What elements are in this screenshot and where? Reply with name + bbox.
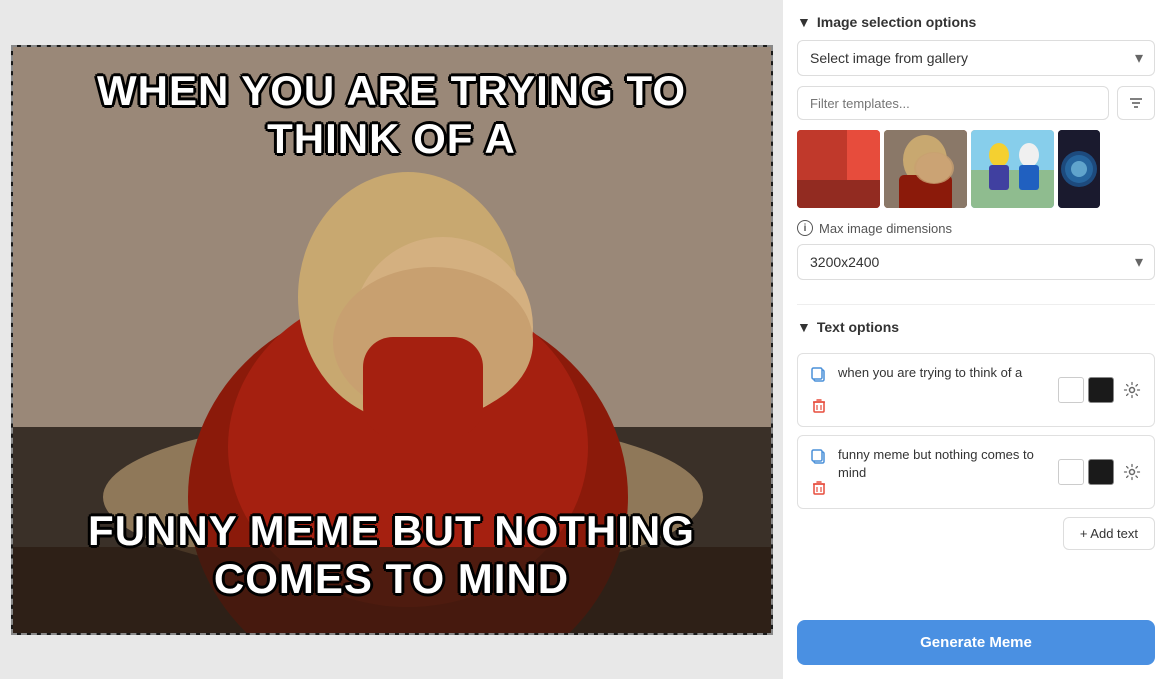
meme-canvas: WHEN YOU ARE TRYING TO THINK OF A FUNNY … [11,45,773,635]
gallery-thumbnails [797,130,1155,208]
text-triangle-icon: ▼ [797,319,811,335]
thumb-1-svg [797,130,880,208]
image-selection-section: ▼ Image selection options Select image f… [797,14,1155,290]
filter-icon [1128,95,1144,111]
filter-button[interactable] [1117,86,1155,120]
section-divider [797,304,1155,305]
filter-row [797,86,1155,120]
dimensions-dropdown[interactable]: 3200x2400 [797,244,1155,280]
meme-preview-panel: WHEN YOU ARE TRYING TO THINK OF A FUNNY … [0,0,783,679]
text-row-1-action-icons [806,362,832,418]
text-2-black-color[interactable] [1088,459,1114,485]
meme-background: WHEN YOU ARE TRYING TO THINK OF A FUNNY … [13,47,771,633]
dimensions-dropdown-wrapper: 3200x2400 ▾ [797,244,1155,280]
delete-text-2-button[interactable] [806,474,832,500]
text-1-settings-button[interactable] [1118,376,1146,404]
add-text-wrapper: + Add text [797,517,1155,550]
max-dimensions-row: i Max image dimensions [797,220,1155,236]
text-row-2-action-icons [806,444,832,500]
text-1-color-options [1058,376,1146,404]
gallery-dropdown[interactable]: Select image from gallery [797,40,1155,76]
text-options-section: ▼ Text options [797,319,1155,550]
gallery-thumb-1[interactable] [797,130,880,208]
text-input-2[interactable]: funny meme but nothing comes to mind [838,446,1052,498]
max-dimensions-label: Max image dimensions [819,221,952,236]
gallery-thumb-2[interactable] [884,130,967,208]
trash-icon-2 [810,478,828,496]
gallery-thumb-4[interactable] [1058,130,1100,208]
filter-templates-input[interactable] [797,86,1109,120]
generate-meme-button[interactable]: Generate Meme [797,620,1155,665]
image-selection-header: ▼ Image selection options [797,14,1155,30]
text-input-1[interactable]: when you are trying to think of a [838,364,1052,416]
delete-text-1-button[interactable] [806,392,832,418]
text-2-white-color[interactable] [1058,459,1084,485]
text-options-header: ▼ Text options [797,319,1155,335]
text-2-settings-button[interactable] [1118,458,1146,486]
copy-icon-1 [810,366,828,384]
copy-text-2-button[interactable] [806,444,832,470]
copy-icon-2 [810,448,828,466]
controls-panel: ▼ Image selection options Select image f… [783,0,1169,679]
settings-icon-2 [1123,463,1141,481]
info-icon: i [797,220,813,236]
text-options-label: Text options [817,319,899,335]
text-2-color-options [1058,458,1146,486]
text-row-2: funny meme but nothing comes to mind [797,435,1155,509]
text-row-1: when you are trying to think of a [797,353,1155,427]
gallery-dropdown-wrapper: Select image from gallery ▾ [797,40,1155,76]
gallery-thumb-3[interactable] [971,130,1054,208]
settings-icon-1 [1123,381,1141,399]
copy-text-1-button[interactable] [806,362,832,388]
trash-icon-1 [810,396,828,414]
text-1-white-color[interactable] [1058,377,1084,403]
add-text-button[interactable]: + Add text [1063,517,1155,550]
thumb-3-svg [971,130,1054,208]
image-selection-label: Image selection options [817,14,976,30]
thumb-2-svg [884,130,967,208]
meme-top-text: WHEN YOU ARE TRYING TO THINK OF A [13,67,771,163]
thumb-4-svg [1058,130,1100,208]
meme-bottom-text: FUNNY MEME BUT NOTHING COMES TO MIND [13,507,771,603]
text-1-black-color[interactable] [1088,377,1114,403]
triangle-icon: ▼ [797,14,811,30]
